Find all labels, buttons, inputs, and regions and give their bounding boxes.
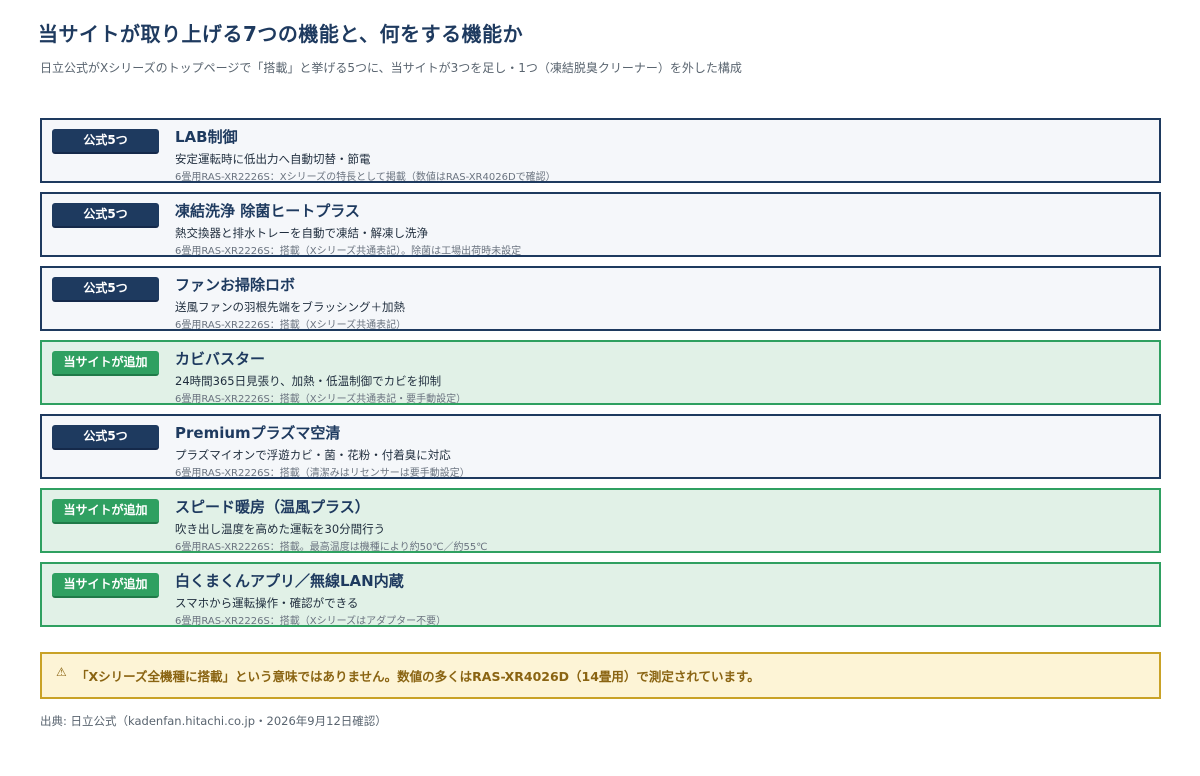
- feature-title: カビバスター: [175, 350, 266, 368]
- feature-badge: 公式5つ: [52, 277, 159, 302]
- feature-badge: 当サイトが追加: [52, 351, 159, 376]
- feature-card-plasma: 公式5つ Premiumプラズマ空清 プラズマイオンで浮遊カビ・菌・花粉・付着臭…: [40, 414, 1161, 479]
- page: 当サイトが取り上げる7つの機能と、何をする機能か 日立公式がXシリーズのトップペ…: [0, 0, 1200, 776]
- feature-list: 公式5つ LAB制御 安定運転時に低出力へ自動切替・節電 6畳用RAS-XR22…: [40, 118, 1161, 636]
- warning-box: ⚠ 「Xシリーズ全機種に搭載」という意味ではありません。数値の多くはRAS-XR…: [40, 652, 1161, 699]
- feature-card-lab: 公式5つ LAB制御 安定運転時に低出力へ自動切替・節電 6畳用RAS-XR22…: [40, 118, 1161, 183]
- feature-badge: 公式5つ: [52, 129, 159, 154]
- feature-title: 凍結洗浄 除菌ヒートプラス: [175, 202, 360, 220]
- feature-card-fan-robot: 公式5つ ファンお掃除ロボ 送風ファンの羽根先端をブラッシング＋加熱 6畳用RA…: [40, 266, 1161, 331]
- feature-note: 6畳用RAS-XR2226S：搭載（Xシリーズはアダプター不要）: [175, 616, 447, 627]
- feature-badge: 公式5つ: [52, 203, 159, 228]
- feature-card-freeze-wash: 公式5つ 凍結洗浄 除菌ヒートプラス 熱交換器と排水トレーを自動で凍結・解凍し洗…: [40, 192, 1161, 257]
- feature-note: 6畳用RAS-XR2226S：搭載（清潔みはリセンサーは要手動設定）: [175, 468, 470, 479]
- feature-note: 6畳用RAS-XR2226S：搭載（Xシリーズ共通表記）。除菌は工場出荷時未設定: [175, 246, 522, 257]
- warning-text: 「Xシリーズ全機種に搭載」という意味ではありません。数値の多くはRAS-XR40…: [76, 669, 760, 684]
- feature-card-app-wifi: 当サイトが追加 白くまくんアプリ／無線LAN内蔵 スマホから運転操作・確認ができ…: [40, 562, 1161, 627]
- source-note: 出典: 日立公式（kadenfan.hitachi.co.jp・2026年9月1…: [40, 714, 387, 728]
- feature-description: 安定運転時に低出力へ自動切替・節電: [175, 152, 371, 166]
- feature-card-speed-heating: 当サイトが追加 スピード暖房（温風プラス） 吹き出し温度を高めた運転を30分間行…: [40, 488, 1161, 553]
- feature-title: スピード暖房（温風プラス）: [175, 498, 370, 516]
- feature-description: スマホから運転操作・確認ができる: [175, 596, 359, 610]
- feature-badge: 当サイトが追加: [52, 573, 159, 598]
- feature-title: ファンお掃除ロボ: [175, 276, 296, 294]
- feature-title: 白くまくんアプリ／無線LAN内蔵: [175, 572, 404, 590]
- feature-description: 送風ファンの羽根先端をブラッシング＋加熱: [175, 300, 405, 314]
- warning-icon: ⚠: [56, 665, 67, 679]
- feature-badge: 公式5つ: [52, 425, 159, 450]
- feature-note: 6畳用RAS-XR2226S：搭載（Xシリーズ共通表記）: [175, 320, 407, 331]
- feature-description: 熱交換器と排水トレーを自動で凍結・解凍し洗浄: [175, 226, 428, 240]
- page-subtitle: 日立公式がXシリーズのトップページで「搭載」と挙げる5つに、当サイトが3つを足し…: [40, 61, 742, 75]
- feature-badge: 当サイトが追加: [52, 499, 159, 524]
- feature-description: プラズマイオンで浮遊カビ・菌・花粉・付着臭に対応: [175, 448, 451, 462]
- feature-card-mold-buster: 当サイトが追加 カビバスター 24時間365日見張り、加熱・低温制御でカビを抑制…: [40, 340, 1161, 405]
- feature-note: 6畳用RAS-XR2226S：Xシリーズの特長として掲載（数値はRAS-XR40…: [175, 172, 556, 183]
- feature-note: 6畳用RAS-XR2226S：搭載。最高温度は機種により約50℃／約55℃: [175, 542, 488, 553]
- feature-description: 吹き出し温度を高めた運転を30分間行う: [175, 522, 386, 536]
- feature-title: Premiumプラズマ空清: [175, 424, 341, 442]
- feature-description: 24時間365日見張り、加熱・低温制御でカビを抑制: [175, 374, 442, 388]
- feature-title: LAB制御: [175, 128, 238, 146]
- page-title: 当サイトが取り上げる7つの機能と、何をする機能か: [38, 22, 524, 46]
- feature-note: 6畳用RAS-XR2226S：搭載（Xシリーズ共通表記・要手動設定）: [175, 394, 467, 405]
